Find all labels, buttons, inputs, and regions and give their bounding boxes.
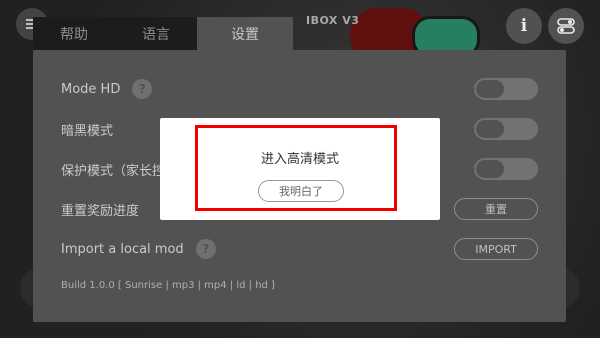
highlight-box [195, 125, 397, 211]
